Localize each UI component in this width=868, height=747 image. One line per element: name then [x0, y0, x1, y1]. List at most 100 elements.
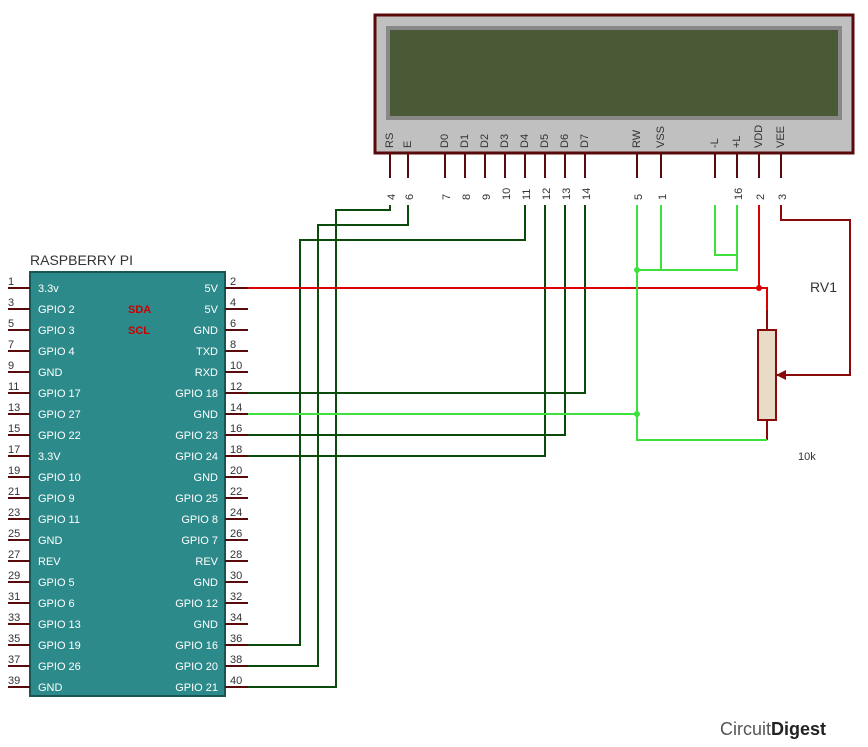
pi-pin-num: 22: [230, 486, 242, 498]
pi-pin-num: 27: [8, 549, 20, 561]
pi-pin-num: 28: [230, 549, 242, 561]
lcd-pin-num: 13: [561, 188, 573, 200]
pi-pin-label: GPIO 22: [38, 430, 81, 442]
pi-pin-label: GND: [194, 577, 219, 589]
lcd-pin-label: RW: [631, 129, 643, 148]
lcd-pin-label: VDD: [753, 125, 765, 148]
pi-pin-label: GND: [194, 409, 219, 421]
pi-pin-num: 14: [230, 402, 242, 414]
lcd-pin-label: D4: [519, 134, 531, 148]
pi-pin-label: GPIO 16: [175, 640, 218, 652]
pi-pin-label: GPIO 11: [38, 514, 80, 526]
pi-pin-num: 23: [8, 507, 20, 519]
pi-pin-num: 39: [8, 675, 20, 687]
pi-pin-label: GND: [38, 367, 63, 379]
pi-pin-label: GPIO 12: [175, 598, 218, 610]
pi-pin-num: 40: [230, 675, 242, 687]
lcd-pin-num: 11: [521, 189, 533, 200]
pi-pin-num: 7: [8, 339, 14, 351]
brand: CircuitDigest: [720, 719, 826, 739]
lcd-module: RS4E6D07D18D29D310D411D512D613D714RW5VSS…: [375, 15, 853, 200]
pi-pin-label: REV: [38, 556, 61, 568]
pi-pin-num: 25: [8, 528, 20, 540]
pi-pin-num: 6: [230, 318, 236, 330]
lcd-pin-num: 3: [777, 194, 789, 200]
pi-title: RASPBERRY PI: [30, 252, 133, 268]
pi-pin-label: RXD: [195, 367, 218, 379]
pi-pin-label: GND: [194, 619, 219, 631]
pi-pin-num: 15: [8, 423, 20, 435]
pi-pin-num: 1: [8, 276, 14, 288]
lcd-pin-label: D5: [539, 134, 551, 148]
lcd-pin-num: 12: [541, 188, 553, 200]
pi-pin-num: 5: [8, 318, 14, 330]
pi-pin-num: 35: [8, 633, 20, 645]
lcd-pin-num: 8: [461, 194, 473, 200]
pi-pin-label: GPIO 4: [38, 346, 75, 358]
pi-pin-label: GPIO 20: [175, 661, 218, 673]
lcd-pin-num: 16: [733, 188, 745, 200]
pi-pin-num: 12: [230, 381, 242, 393]
lcd-pin-label: +L: [731, 135, 743, 148]
pi-pin-label: TXD: [196, 346, 218, 358]
pi-pin-num: 17: [8, 444, 20, 456]
lcd-pin-label: -L: [709, 138, 721, 148]
pi-pin-num: 20: [230, 465, 242, 477]
pi-pin-label: 3.3V: [38, 451, 61, 463]
lcd-pin-num: 10: [501, 188, 513, 200]
lcd-pin-label: D2: [479, 134, 491, 148]
pi-pin-num: 18: [230, 444, 242, 456]
pi-pin-label: REV: [195, 556, 218, 568]
pi-pin-num: 21: [8, 486, 20, 498]
lcd-pin-num: 1: [657, 194, 669, 200]
lcd-pin-label: D7: [579, 134, 591, 148]
lcd-pin-num: 9: [481, 194, 493, 200]
pi-pin-num: 19: [8, 465, 20, 477]
pi-pin-num: 36: [230, 633, 242, 645]
pi-pin-num: 31: [8, 591, 20, 603]
lcd-pin-label: VSS: [655, 126, 667, 148]
lcd-pin-num: 7: [441, 194, 453, 200]
pi-pin-label: GPIO 24: [175, 451, 218, 463]
pi-pin-label: GPIO 18: [175, 388, 218, 400]
pi-pin-num: 37: [8, 654, 20, 666]
raspberry-pi: RASPBERRY PI 13.3v3GPIO 2SDA5GPIO 3SCL7G…: [8, 252, 248, 696]
pot-value: 10k: [798, 451, 816, 463]
pi-pin-label: GPIO 25: [175, 493, 218, 505]
pi-pin-num: 4: [230, 297, 236, 309]
pi-pin-label: GND: [38, 682, 63, 694]
pi-pin-label: GND: [194, 472, 219, 484]
pi-pin-label: GPIO 9: [38, 493, 75, 505]
pi-pin-num: 11: [8, 381, 19, 393]
pi-pin-label: 5V: [205, 304, 219, 316]
lcd-pin-num: 14: [581, 188, 593, 200]
pi-pin-num: 30: [230, 570, 242, 582]
pot-ref: RV1: [810, 279, 837, 295]
pi-pin-label: GPIO 7: [181, 535, 218, 547]
pi-pin-label: GPIO 27: [38, 409, 81, 421]
pi-pin-label: GPIO 8: [181, 514, 218, 526]
lcd-pin-label: D0: [439, 134, 451, 148]
pi-pin-label: GPIO 26: [38, 661, 81, 673]
lcd-pin-num: 2: [755, 194, 767, 200]
lcd-pin-label: E: [402, 141, 414, 148]
pi-pin-label: GPIO 19: [38, 640, 81, 652]
pi-pin-num: 29: [8, 570, 20, 582]
pi-pin-label: GPIO 6: [38, 598, 75, 610]
pi-pin-label: GPIO 10: [38, 472, 81, 484]
lcd-pin-label: VEE: [775, 126, 787, 148]
pi-pin-label: GPIO 23: [175, 430, 218, 442]
potentiometer: RV1 10k: [758, 279, 837, 463]
lcd-pin-label: D1: [459, 134, 471, 148]
pi-pin-label: GND: [38, 535, 63, 547]
pi-pin-num: 2: [230, 276, 236, 288]
pi-pin-num: 24: [230, 507, 242, 519]
lcd-pin-num: 5: [633, 194, 645, 200]
pi-pin-num: 9: [8, 360, 14, 372]
lcd-pin-num: 6: [404, 194, 416, 200]
pi-pin-num: 33: [8, 612, 20, 624]
pi-pin-num: 10: [230, 360, 242, 372]
lcd-pin-label: D3: [499, 134, 511, 148]
wire-bundle: [248, 205, 850, 687]
pi-pin-num: 8: [230, 339, 236, 351]
